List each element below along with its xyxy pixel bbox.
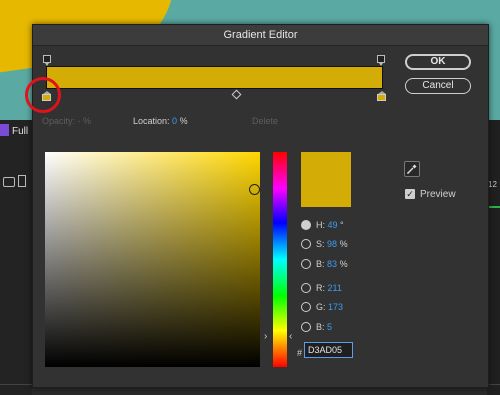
gradient-ramp[interactable] bbox=[46, 66, 383, 89]
dialog-title: Gradient Editor bbox=[33, 25, 488, 46]
brightness-field: B: 83 % bbox=[316, 259, 348, 269]
cancel-button[interactable]: Cancel bbox=[405, 78, 471, 94]
opacity-stop-left[interactable] bbox=[43, 55, 51, 66]
brightness-unit: % bbox=[339, 259, 348, 269]
saturation-unit: % bbox=[339, 239, 348, 249]
left-panel-label: Full bbox=[12, 126, 29, 137]
delete-button[interactable]: Delete bbox=[252, 116, 278, 126]
red-value[interactable]: 211 bbox=[328, 283, 342, 293]
gradient-editor-dialog: Gradient Editor Opacity: - % Location: 0… bbox=[25, 24, 489, 388]
saturation-label: S: bbox=[316, 239, 325, 249]
ok-button[interactable]: OK bbox=[405, 54, 471, 70]
saturation-value[interactable]: 98 bbox=[327, 239, 337, 249]
opacity-label: Opacity: bbox=[42, 116, 76, 126]
preview-label: Preview bbox=[420, 189, 456, 200]
hex-prefix: # bbox=[297, 348, 303, 358]
hue-field: H: 49 ° bbox=[316, 220, 344, 230]
blue-label: B: bbox=[316, 322, 325, 332]
blue-field: B: 5 bbox=[316, 322, 332, 332]
red-field: R: 211 bbox=[316, 283, 342, 293]
location-unit: % bbox=[179, 116, 188, 126]
opacity-row: Opacity: - % bbox=[42, 116, 91, 126]
gradient-midpoint[interactable] bbox=[231, 89, 242, 100]
saturation-field: S: 98 % bbox=[316, 239, 348, 249]
saturation-radio[interactable] bbox=[301, 239, 311, 249]
green-field: G: 173 bbox=[316, 302, 343, 312]
location-value[interactable]: 0 bbox=[172, 116, 177, 126]
opacity-unit: % bbox=[83, 116, 92, 126]
location-label: Location: bbox=[133, 116, 170, 126]
green-label: G: bbox=[316, 302, 326, 312]
left-panel bbox=[0, 120, 32, 395]
location-row: Location: 0 % bbox=[133, 116, 188, 126]
green-radio[interactable] bbox=[301, 302, 311, 312]
brightness-radio[interactable] bbox=[301, 259, 311, 269]
current-color-swatch bbox=[301, 152, 351, 207]
red-label: R: bbox=[316, 283, 325, 293]
left-panel-icon[interactable] bbox=[3, 177, 15, 187]
brightness-label: B: bbox=[316, 259, 325, 269]
eyedropper-icon[interactable] bbox=[404, 161, 420, 177]
left-panel-icon-2[interactable] bbox=[18, 175, 26, 187]
saturation-brightness-field[interactable] bbox=[45, 152, 260, 367]
color-stop-right[interactable] bbox=[377, 91, 386, 101]
brightness-value[interactable]: 83 bbox=[327, 259, 337, 269]
color-field-cursor[interactable] bbox=[249, 184, 260, 195]
hue-slider-arrow-icon[interactable]: › bbox=[264, 331, 267, 342]
hue-value[interactable]: 49 bbox=[328, 220, 338, 230]
hue-label: H: bbox=[316, 220, 325, 230]
hue-slider-arrow-icon-right[interactable]: ‹ bbox=[289, 331, 292, 342]
hue-radio[interactable] bbox=[301, 220, 311, 230]
checkmark-icon: ✓ bbox=[406, 189, 414, 199]
opacity-value[interactable]: - bbox=[78, 116, 81, 126]
hue-unit: ° bbox=[340, 220, 344, 230]
blue-value[interactable]: 5 bbox=[327, 322, 332, 332]
green-value[interactable]: 173 bbox=[328, 302, 343, 312]
right-panel-text: 12 bbox=[488, 180, 497, 189]
red-radio[interactable] bbox=[301, 283, 311, 293]
right-panel-indicator bbox=[489, 206, 500, 208]
opacity-stop-right[interactable] bbox=[377, 55, 385, 66]
preview-checkbox[interactable]: ✓ bbox=[405, 189, 415, 199]
left-panel-marker bbox=[0, 124, 9, 136]
hue-slider[interactable] bbox=[273, 152, 287, 367]
blue-radio[interactable] bbox=[301, 322, 311, 332]
annotation-circle bbox=[25, 77, 61, 113]
hex-input[interactable]: D3AD05 bbox=[304, 342, 353, 358]
